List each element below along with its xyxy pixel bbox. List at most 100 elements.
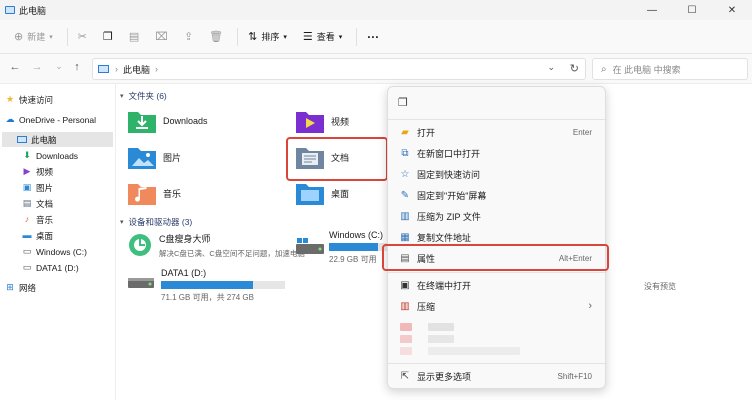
video-icon: ▶ (23, 166, 31, 176)
menu-item-open[interactable]: ▰ 打开 Enter (394, 123, 600, 141)
menu-divider (388, 363, 607, 364)
menu-item-compress-zip[interactable]: ▥ 压缩为 ZIP 文件 (394, 207, 600, 225)
folder-documents[interactable]: 文档 (295, 144, 349, 170)
sidebar-item-desktop[interactable]: ▬ 桌面 (22, 228, 112, 243)
desktop-folder-icon (295, 180, 325, 206)
cleaner-icon (127, 232, 153, 260)
view-button[interactable]: ☰ 查看 ▾ (297, 25, 352, 49)
copy-icon: ❐ (102, 31, 113, 43)
forward-button[interactable]: → (30, 61, 44, 77)
maximize-button[interactable]: ☐ (672, 0, 712, 20)
sidebar-item-drive-d[interactable]: ▭ DATA1 (D:) (22, 260, 112, 275)
compress-icon: ▥ (400, 300, 410, 312)
music-icon: ♪ (24, 214, 30, 224)
chevron-down-icon: ▾ (120, 219, 124, 226)
star-icon: ☆ (400, 168, 410, 180)
cut-button[interactable]: ✂ (72, 25, 97, 49)
drive-icon: ▭ (22, 246, 32, 256)
chevron-down-icon[interactable]: ⌄ (547, 62, 555, 73)
chevron-down-icon: ▾ (283, 33, 287, 41)
drive-c[interactable]: Windows (C:) 22.9 GB 可用 (295, 230, 387, 265)
copy-path-icon: ▦ (400, 231, 410, 243)
menu-divider (388, 119, 607, 120)
download-folder-icon (127, 108, 157, 134)
sidebar-item-downloads[interactable]: ⬇ Downloads (22, 148, 112, 163)
recent-locations-chevron-icon[interactable]: ⌄ (52, 61, 66, 77)
menu-item-pin-start[interactable]: ✎ 固定到"开始"屏幕 (394, 186, 600, 204)
sidebar-item-music[interactable]: ♪ 音乐 (22, 212, 112, 227)
command-bar: ⊕ 新建 ▾ ✂ ❐ ▤ ⌧ ⇪ 🗑 ⇅ 排序 ▾ ☰ 查看 ▾ ··· (0, 20, 752, 54)
scissors-icon: ✂ (77, 31, 87, 43)
sidebar-item-quick-access[interactable]: ★ 快速访问 (5, 92, 110, 107)
address-bar[interactable]: › 此电脑 › ⌄ ↻ (92, 58, 586, 80)
cloud-icon: ☁ (5, 114, 15, 124)
network-icon: ⊞ (6, 282, 14, 292)
up-button[interactable]: ↑ (70, 61, 84, 77)
sidebar-item-documents[interactable]: ▤ 文档 (22, 196, 112, 211)
paste-button[interactable]: ▤ (123, 25, 149, 49)
new-window-icon: ⧉ (401, 147, 409, 159)
data-drive-icon (127, 272, 155, 294)
folder-music[interactable]: 音乐 (127, 180, 181, 206)
menu-item-compress[interactable]: ▥ 压缩 › (394, 297, 600, 315)
pin-icon: ✎ (400, 189, 410, 201)
menu-item-open-new-window[interactable]: ⧉ 在新窗口中打开 (394, 144, 600, 162)
terminal-icon: ▣ (400, 279, 410, 291)
star-icon: ★ (5, 94, 15, 104)
share-icon: ⇪ (183, 31, 194, 43)
share-button[interactable]: ⇪ (178, 25, 203, 49)
folder-desktop[interactable]: 桌面 (295, 180, 349, 206)
rename-button[interactable]: ⌧ (149, 25, 178, 49)
music-folder-icon (127, 180, 157, 206)
minimize-button[interactable]: — (632, 0, 672, 20)
folder-videos[interactable]: 视频 (295, 108, 349, 134)
drive-d[interactable]: DATA1 (D:) 71.1 GB 可用，共 274 GB (127, 268, 297, 303)
sort-icon: ⇅ (248, 31, 258, 43)
menu-divider (388, 272, 607, 273)
blurred-menu-item (400, 335, 412, 343)
sidebar-item-network[interactable]: ⊞ 网络 (5, 280, 110, 295)
folder-pictures[interactable]: 图片 (127, 144, 181, 170)
sidebar-item-this-pc[interactable]: 此电脑 (2, 132, 113, 147)
copy-button[interactable]: ❐ (97, 25, 123, 49)
download-icon: ⬇ (23, 150, 31, 160)
blurred-menu-item (428, 323, 454, 331)
menu-item-pin-quick-access[interactable]: ☆ 固定到快速访问 (394, 165, 600, 183)
folder-downloads[interactable]: Downloads (127, 108, 208, 134)
toolbar-divider (66, 27, 68, 46)
sort-button[interactable]: ⇅ 排序 ▾ (242, 25, 297, 49)
search-input[interactable]: 在 此电脑 中搜索 (613, 63, 681, 76)
delete-button[interactable]: 🗑 (203, 25, 233, 49)
more-button[interactable]: ··· (361, 25, 385, 49)
computer-icon (5, 6, 15, 14)
paste-icon: ▤ (128, 31, 140, 43)
menu-item-copy-path[interactable]: ▦ 复制文件地址 (394, 228, 600, 246)
new-button[interactable]: ⊕ 新建 ▾ (8, 25, 63, 49)
sidebar-item-drive-c[interactable]: ▭ Windows (C:) (22, 244, 112, 259)
breadcrumb[interactable]: 此电脑 (123, 63, 150, 76)
drive-usage-bar (329, 243, 387, 251)
toolbar-divider (237, 27, 239, 46)
menu-item-more-options[interactable]: ⇱ 显示更多选项 Shift+F10 (394, 367, 600, 385)
refresh-icon[interactable]: ↻ (570, 62, 579, 75)
search-box[interactable]: ⌕ 在 此电脑 中搜索 (592, 58, 748, 80)
copy-icon[interactable]: ❐ (398, 96, 408, 109)
sidebar-item-onedrive[interactable]: ☁ OneDrive - Personal (5, 112, 113, 127)
menu-item-open-terminal[interactable]: ▣ 在终端中打开 (394, 276, 600, 294)
plus-circle-icon: ⊕ (14, 31, 24, 43)
back-button[interactable]: ← (8, 61, 22, 77)
sidebar-item-pictures[interactable]: ▣ 图片 (22, 180, 112, 195)
folder-open-icon: ▰ (401, 126, 409, 138)
view-icon: ☰ (302, 31, 313, 43)
more-options-icon: ⇱ (400, 370, 410, 382)
menu-item-properties[interactable]: ▤ 属性 Alt+Enter (394, 249, 600, 267)
picture-icon: ▣ (22, 182, 32, 192)
zip-icon: ▥ (400, 210, 410, 222)
cleaner-app-item[interactable]: C盘瘦身大师 解决C盘已满、C盘空间不足问题，加速电脑 (127, 232, 305, 260)
close-button[interactable]: ✕ (712, 0, 752, 20)
context-menu: ❐ ▰ 打开 Enter ⧉ 在新窗口中打开 ☆ 固定到快速访问 ✎ 固定到"开… (387, 86, 607, 389)
navigation-pane: ★ 快速访问 ☁ OneDrive - Personal 此电脑 ⬇ Downl… (0, 84, 116, 400)
blurred-menu-item (428, 347, 520, 355)
sidebar-item-videos[interactable]: ▶ 视频 (22, 164, 112, 179)
chevron-right-icon: › (588, 300, 592, 312)
